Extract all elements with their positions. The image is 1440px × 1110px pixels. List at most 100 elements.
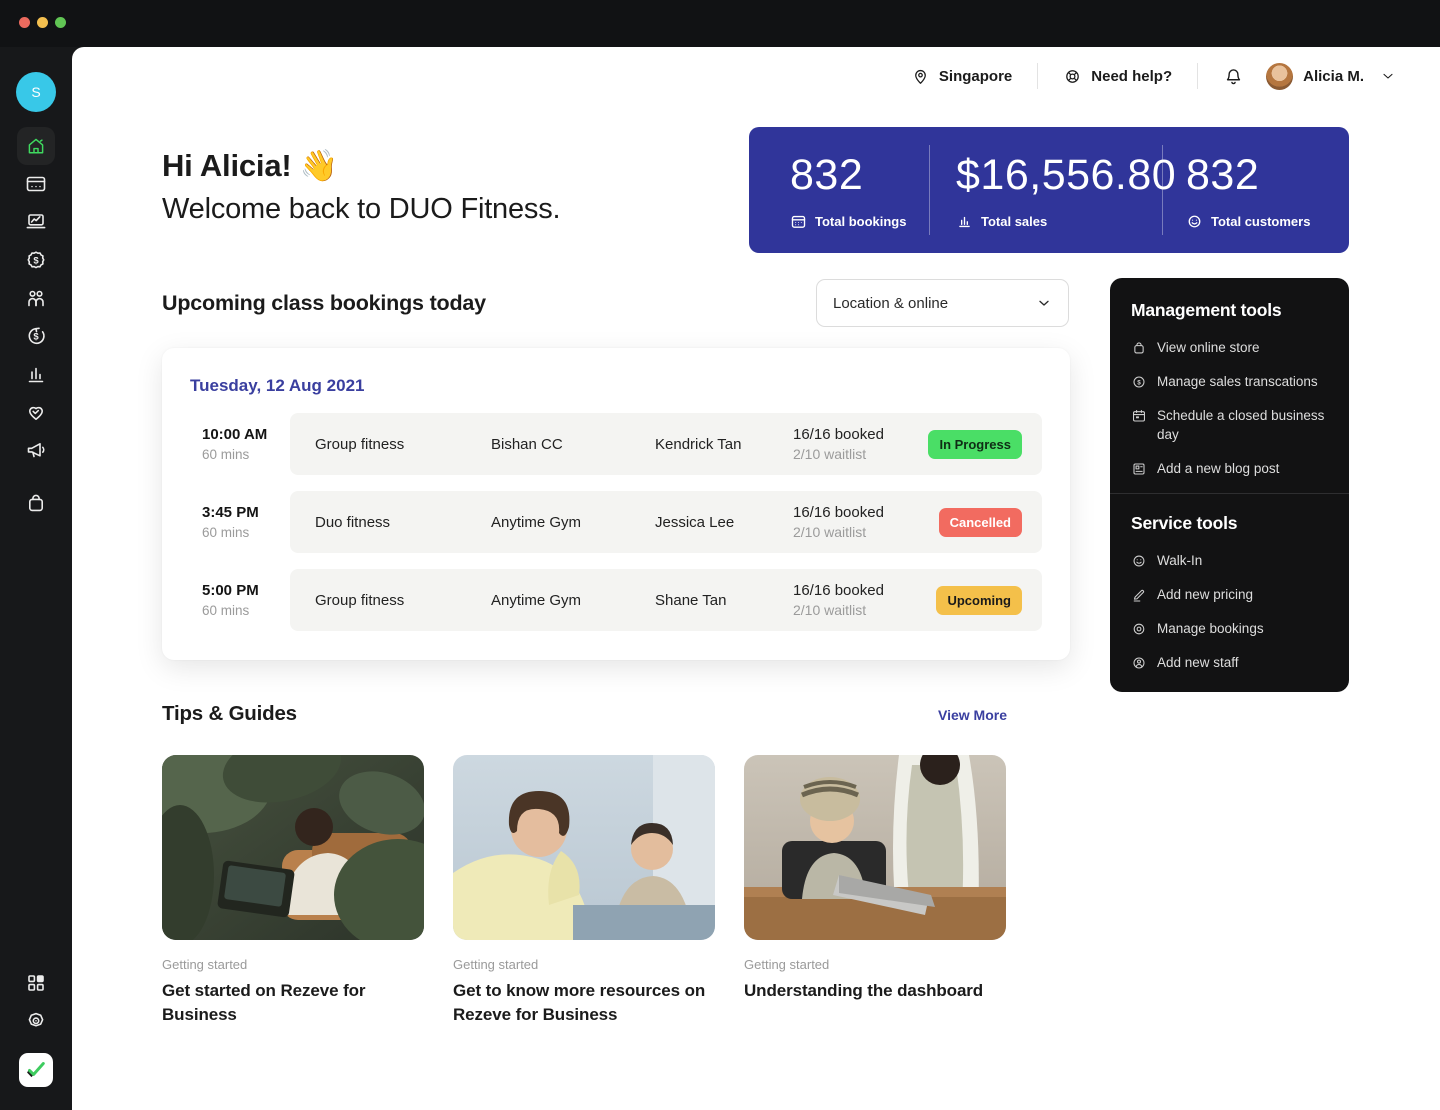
sidebar-item-store[interactable] — [24, 491, 48, 515]
booking-row[interactable]: 3:45 PM 60 mins Duo fitness Anytime Gym … — [202, 491, 1042, 553]
tool-label: Walk-In — [1157, 552, 1202, 571]
user-avatar[interactable] — [1266, 63, 1293, 90]
sidebar-item-settings[interactable] — [24, 1009, 48, 1033]
bookings-card: Tuesday, 12 Aug 2021 10:00 AM 60 mins Gr… — [162, 348, 1070, 660]
booking-card-icon — [24, 172, 48, 196]
svg-text:$: $ — [33, 255, 39, 266]
notifications-bell-icon[interactable] — [1223, 66, 1244, 87]
tool-label: Manage sales transcations — [1157, 373, 1318, 392]
window-close-button[interactable] — [19, 17, 30, 28]
stats-card: 832 Total bookings $16,556.80 — [749, 127, 1349, 253]
booking-duration: 60 mins — [202, 447, 290, 462]
settings-gear-icon — [24, 1009, 48, 1033]
person-circle-icon — [1131, 655, 1147, 671]
svg-text:$: $ — [33, 332, 39, 343]
tips-card-2[interactable]: Getting started Get to know more resourc… — [453, 755, 715, 1027]
tips-card-title: Understanding the dashboard — [744, 979, 1006, 1003]
tool-manage-bookings[interactable]: Manage bookings — [1131, 620, 1333, 639]
booking-instructor: Kendrick Tan — [655, 436, 793, 453]
home-icon — [25, 135, 47, 157]
booking-instructor: Shane Tan — [655, 592, 793, 609]
sidebar-item-customers[interactable] — [24, 286, 48, 310]
rezeve-logo[interactable] — [19, 1053, 53, 1087]
service-tools-title: Service tools — [1131, 513, 1333, 534]
tool-add-new-pricing[interactable]: Add new pricing — [1131, 586, 1333, 605]
booking-instructor: Jessica Lee — [655, 514, 793, 531]
location-selector[interactable]: Singapore — [911, 67, 1012, 86]
tips-title: Tips & Guides — [162, 702, 297, 726]
sidebar-item-bookings[interactable] — [24, 172, 48, 196]
help-lifebuoy-icon — [1063, 67, 1082, 86]
tips-card-1[interactable]: Getting started Get started on Rezeve fo… — [162, 755, 424, 1027]
status-badge: Cancelled — [939, 508, 1022, 537]
partnership-heart-icon — [24, 400, 48, 424]
view-more-link[interactable]: View More — [938, 707, 1007, 723]
sidebar-item-transactions[interactable]: $ — [24, 324, 48, 348]
dollar-circle-icon: $ — [1131, 374, 1147, 390]
help-button[interactable]: Need help? — [1063, 67, 1172, 86]
booking-row[interactable]: 10:00 AM 60 mins Group fitness Bishan CC… — [202, 413, 1042, 475]
workspace-avatar[interactable]: S — [16, 72, 56, 112]
blog-icon — [1131, 461, 1147, 477]
sidebar-item-home[interactable] — [17, 127, 55, 165]
calendar-icon — [1131, 408, 1147, 424]
chevron-down-icon[interactable] — [1380, 68, 1396, 84]
window-zoom-button[interactable] — [55, 17, 66, 28]
chevron-down-icon — [1036, 295, 1052, 311]
tool-label: View online store — [1157, 339, 1260, 358]
main-content: Singapore Need help? Alicia M. — [72, 47, 1440, 1110]
tool-add-new-staff[interactable]: Add new staff — [1131, 654, 1333, 673]
greeting-title: Hi Alicia! 👋 — [162, 147, 560, 184]
booking-waitlist: 2/10 waitlist — [793, 524, 939, 540]
booking-time: 5:00 PM — [202, 582, 290, 599]
sidebar-item-apps[interactable] — [24, 971, 48, 995]
header-divider — [1197, 63, 1198, 89]
header: Singapore Need help? Alicia M. — [911, 47, 1396, 105]
tool-add-blog-post[interactable]: Add a new blog post — [1131, 460, 1333, 479]
window-minimize-button[interactable] — [37, 17, 48, 28]
tool-walk-in[interactable]: Walk-In — [1131, 552, 1333, 571]
status-badge: Upcoming — [936, 586, 1022, 615]
store-bag-icon — [24, 491, 48, 515]
tips-card-image-cafe-laptop — [744, 755, 1006, 940]
stat-total-bookings: 832 Total bookings — [749, 127, 930, 253]
sidebar-item-partnerships[interactable] — [24, 400, 48, 424]
dashboard-app: S $ — [0, 0, 1440, 1110]
tips-card-title: Get to know more resources on Rezeve for… — [453, 979, 715, 1027]
status-badge: In Progress — [928, 430, 1022, 459]
sidebar-item-analytics[interactable] — [24, 362, 48, 386]
tips-card-3[interactable]: Getting started Understanding the dashbo… — [744, 755, 1006, 1027]
sidebar-item-reports[interactable] — [24, 210, 48, 234]
booking-class: Group fitness — [315, 592, 491, 609]
reports-laptop-icon — [24, 210, 48, 234]
tool-label: Schedule a closed business day — [1157, 407, 1333, 445]
target-icon — [1131, 621, 1147, 637]
sidebar-item-marketing[interactable] — [24, 438, 48, 462]
tool-label: Add a new blog post — [1157, 460, 1279, 479]
booking-capacity: 16/16 booked — [793, 426, 928, 443]
marketing-megaphone-icon — [24, 438, 48, 462]
location-label: Singapore — [939, 68, 1012, 85]
calendar-icon — [790, 213, 807, 230]
svg-text:$: $ — [1137, 379, 1141, 386]
bookings-date: Tuesday, 12 Aug 2021 — [190, 376, 364, 396]
tool-view-online-store[interactable]: View online store — [1131, 339, 1333, 358]
location-filter-dropdown[interactable]: Location & online — [816, 279, 1069, 327]
window-titlebar — [0, 0, 1440, 47]
tool-schedule-closed-day[interactable]: Schedule a closed business day — [1131, 407, 1333, 445]
tool-label: Manage bookings — [1157, 620, 1264, 639]
management-tools-title: Management tools — [1131, 300, 1333, 321]
stat-label: Total bookings — [815, 214, 906, 229]
tips-card-category: Getting started — [453, 957, 715, 972]
tools-panel: Management tools View online store $ Man… — [1110, 278, 1349, 692]
stat-label: Total sales — [981, 214, 1047, 229]
booking-row[interactable]: 5:00 PM 60 mins Group fitness Anytime Gy… — [202, 569, 1042, 631]
tool-label: Add new staff — [1157, 654, 1239, 673]
tool-manage-sales[interactable]: $ Manage sales transcations — [1131, 373, 1333, 392]
smiley-icon — [1131, 553, 1147, 569]
stat-value: 832 — [1186, 151, 1349, 200]
sidebar-item-pricing[interactable]: $ — [24, 248, 48, 272]
bag-icon — [1131, 340, 1147, 356]
booking-capacity: 16/16 booked — [793, 582, 936, 599]
tips-card-image-two-people — [453, 755, 715, 940]
